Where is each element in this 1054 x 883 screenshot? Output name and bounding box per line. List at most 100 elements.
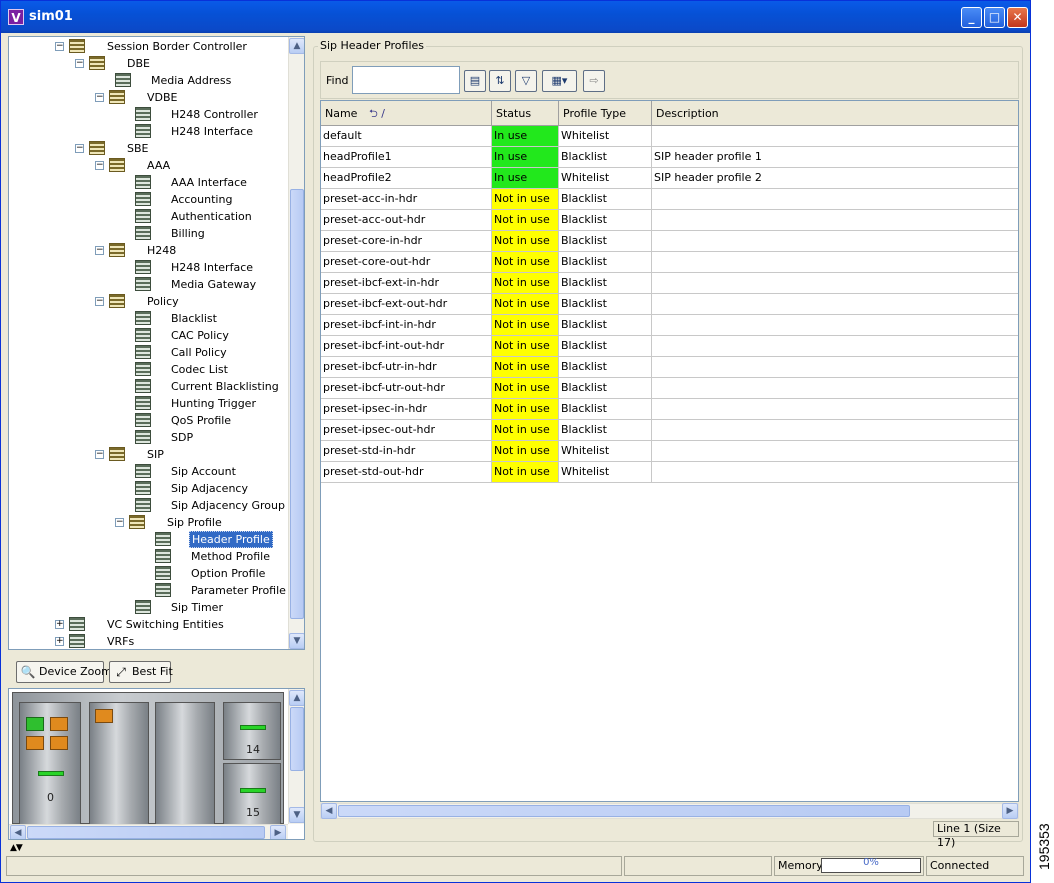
cell-name[interactable]: preset-std-out-hdr	[321, 462, 492, 483]
find-input[interactable]	[352, 66, 460, 94]
expand-icon[interactable]: +	[55, 620, 64, 629]
cell-status[interactable]: Not in use	[492, 462, 559, 483]
scroll-up-arrow-icon[interactable]: ▲	[289, 38, 304, 54]
tree-item[interactable]: − SIP	[9, 446, 287, 463]
cell-status[interactable]: Not in use	[492, 378, 559, 399]
expand-icon[interactable]: +	[55, 637, 64, 646]
cell-name[interactable]: preset-std-in-hdr	[321, 441, 492, 462]
chassis-slot[interactable]: 15	[223, 763, 281, 825]
tree-item[interactable]: − DBE	[9, 55, 287, 72]
table-row[interactable]: preset-ibcf-ext-in-hdr Not in use Blacklis…	[321, 273, 1018, 294]
table-row[interactable]: preset-ibcf-int-in-hdr Not in use Blacklis…	[321, 315, 1018, 336]
collapse-icon[interactable]: −	[95, 246, 104, 255]
cell-status[interactable]: Not in use	[492, 420, 559, 441]
tree-item[interactable]: Billing	[9, 225, 287, 242]
cell-status[interactable]: Not in use	[492, 252, 559, 273]
collapse-icon[interactable]: −	[55, 42, 64, 51]
tree-item[interactable]: − H248	[9, 242, 287, 259]
device-vertical-scrollbar[interactable]: ▲ ▼	[288, 689, 304, 824]
cell-description[interactable]	[652, 399, 1018, 420]
table-horizontal-scrollbar[interactable]: ◀ ▶	[320, 803, 1019, 819]
cell-name[interactable]: preset-core-out-hdr	[321, 252, 492, 273]
sort-az-icon[interactable]: ⇅	[489, 70, 511, 92]
cell-status[interactable]: Not in use	[492, 294, 559, 315]
cell-name[interactable]: preset-ibcf-utr-in-hdr	[321, 357, 492, 378]
tree-item[interactable]: Parameter Profile	[9, 582, 287, 599]
device-horizontal-scrollbar[interactable]: ◀ ▶	[9, 824, 288, 839]
cell-status[interactable]: In use	[492, 168, 559, 189]
cell-profile-type[interactable]: Blacklist	[559, 210, 652, 231]
table-row[interactable]: preset-acc-out-hdr Not in use Blacklist	[321, 210, 1018, 231]
table-row[interactable]: preset-core-in-hdr Not in use Blacklist	[321, 231, 1018, 252]
collapse-icon[interactable]: −	[75, 144, 84, 153]
tree-item[interactable]: Media Gateway	[9, 276, 287, 293]
cell-status[interactable]: Not in use	[492, 273, 559, 294]
tree-item[interactable]: SDP	[9, 429, 287, 446]
scroll-up-arrow-icon[interactable]: ▲	[289, 690, 304, 706]
table-row[interactable]: preset-ibcf-int-out-hdr Not in use Blackli…	[321, 336, 1018, 357]
cell-status[interactable]: Not in use	[492, 210, 559, 231]
cell-name[interactable]: preset-core-in-hdr	[321, 231, 492, 252]
chassis-slot[interactable]	[155, 702, 215, 832]
cell-description[interactable]	[652, 126, 1018, 147]
tree-item[interactable]: Option Profile	[9, 565, 287, 582]
tree-item[interactable]: Authentication	[9, 208, 287, 225]
tree-item[interactable]: AAA Interface	[9, 174, 287, 191]
cell-status[interactable]: Not in use	[492, 441, 559, 462]
cell-name[interactable]: preset-acc-in-hdr	[321, 189, 492, 210]
tree-item[interactable]: + VRFs	[9, 633, 287, 649]
tree-item[interactable]: Call Policy	[9, 344, 287, 361]
cell-description[interactable]	[652, 210, 1018, 231]
table-hscroll-thumb[interactable]	[338, 805, 910, 817]
column-chooser-dropdown-icon[interactable]: ▦▾	[542, 70, 577, 92]
tree-item[interactable]: QoS Profile	[9, 412, 287, 429]
cell-description[interactable]	[652, 294, 1018, 315]
cell-description[interactable]	[652, 462, 1018, 483]
collapse-icon[interactable]: −	[95, 450, 104, 459]
collapse-icon[interactable]: −	[95, 93, 104, 102]
tree-item[interactable]: − Policy	[9, 293, 287, 310]
tree-item[interactable]: Method Profile	[9, 548, 287, 565]
tree-item[interactable]: H248 Interface	[9, 259, 287, 276]
splitter-collapse-arrows-icon[interactable]: ▲▼	[10, 843, 23, 853]
table-row[interactable]: preset-ipsec-in-hdr Not in use Blacklist	[321, 399, 1018, 420]
table-row[interactable]: preset-ibcf-utr-in-hdr Not in use Blacklis…	[321, 357, 1018, 378]
table-row[interactable]: headProfile2 In use Whitelist SIP header pr…	[321, 168, 1018, 189]
cell-name[interactable]: preset-ibcf-utr-out-hdr	[321, 378, 492, 399]
close-button[interactable]: ✕	[1007, 7, 1028, 28]
cell-profile-type[interactable]: Whitelist	[559, 126, 652, 147]
scroll-right-arrow-icon[interactable]: ▶	[1002, 803, 1018, 819]
device-zoom-button[interactable]: 🔍 Device Zoom	[16, 661, 112, 683]
table-row[interactable]: preset-std-in-hdr Not in use Whitelist	[321, 441, 1018, 462]
title-bar[interactable]: V sim01 _ □ ✕	[1, 1, 1030, 33]
cell-description[interactable]	[652, 252, 1018, 273]
cell-description[interactable]	[652, 315, 1018, 336]
collapse-icon[interactable]: −	[115, 518, 124, 527]
tree-item[interactable]: Sip Adjacency Group	[9, 497, 287, 514]
tree-item[interactable]: Blacklist	[9, 310, 287, 327]
tree-item[interactable]: H248 Controller	[9, 106, 287, 123]
cell-profile-type[interactable]: Blacklist	[559, 189, 652, 210]
chassis-slot[interactable]: 14	[223, 702, 281, 760]
device-hscroll-thumb[interactable]	[27, 826, 265, 839]
cell-profile-type[interactable]: Blacklist	[559, 336, 652, 357]
tree-item[interactable]: Media Address	[9, 72, 287, 89]
chassis-slot[interactable]	[89, 702, 149, 832]
cell-profile-type[interactable]: Blacklist	[559, 315, 652, 336]
cell-profile-type[interactable]: Whitelist	[559, 168, 652, 189]
cell-profile-type[interactable]: Blacklist	[559, 294, 652, 315]
cell-status[interactable]: Not in use	[492, 231, 559, 252]
table-row[interactable]: preset-ibcf-ext-out-hdr Not in use Blackli…	[321, 294, 1018, 315]
device-scroll-thumb[interactable]	[290, 707, 304, 771]
minimize-button[interactable]: _	[961, 7, 982, 28]
cell-status[interactable]: Not in use	[492, 189, 559, 210]
module-card[interactable]	[50, 736, 68, 750]
module-card[interactable]	[26, 717, 44, 731]
column-header-status[interactable]: Status	[492, 101, 559, 126]
maximize-button[interactable]: □	[984, 7, 1005, 28]
cell-profile-type[interactable]: Whitelist	[559, 441, 652, 462]
tree-item[interactable]: Codec List	[9, 361, 287, 378]
navigation-tree[interactable]: − Session Border Controller − DBE Media Addr…	[8, 36, 305, 650]
tree-vertical-scrollbar[interactable]: ▲ ▼	[288, 37, 304, 649]
cell-name[interactable]: preset-ipsec-in-hdr	[321, 399, 492, 420]
